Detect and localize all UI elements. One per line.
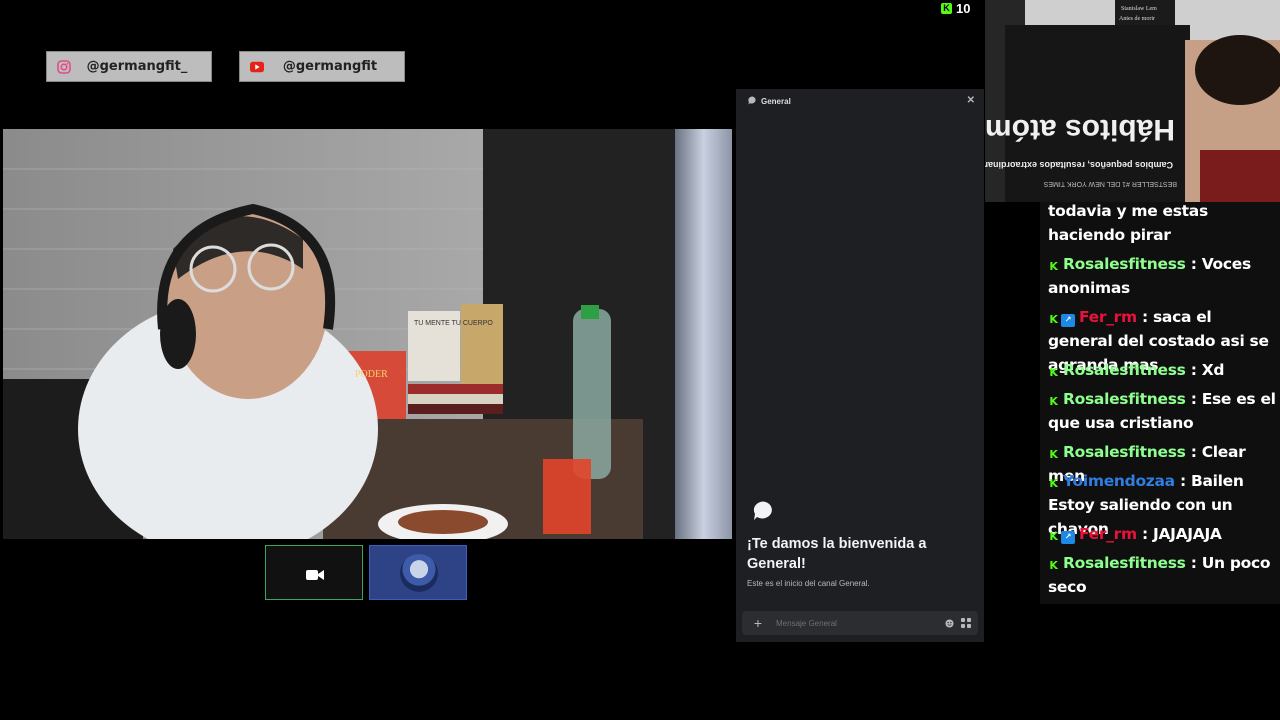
chat-username[interactable]: Rosalesfitness [1063, 443, 1186, 461]
chat-badges: K ↗ [1048, 313, 1075, 327]
book-small-title-text: Antes de morir [1119, 16, 1155, 22]
chat-message: K Rosalesfitness : Ese es el que usa cris… [1048, 387, 1276, 435]
channel-name: General [748, 95, 791, 107]
webcam-feed: Stanislaw Lem Antes de morir BESTSELLER … [985, 0, 1280, 202]
chat-username[interactable]: Rosalesfitness [1063, 255, 1186, 273]
chat-badges: K [1048, 477, 1059, 491]
kick-badge-icon: K [1049, 366, 1058, 379]
book-title-text-2: PODER [355, 369, 388, 380]
message-composer[interactable]: + Mensaje General [742, 611, 978, 635]
instagram-icon [57, 59, 71, 74]
discord-header: General ✕ [736, 89, 984, 113]
chat-message: K Rosalesfitness : Voces anonimas [1048, 252, 1276, 300]
book-main-title-text: Hábitos atómicos [985, 113, 1175, 146]
emoji-icon[interactable] [944, 618, 954, 628]
boost-badge-icon: ↗ [1061, 530, 1075, 544]
social-badge-youtube: @germangfit [239, 51, 405, 82]
viewer-count: K 10 [941, 0, 970, 16]
social-badge-instagram: @germangfit_ [46, 51, 212, 82]
welcome-subtitle: Este es el inicio del canal General. [747, 579, 870, 588]
chat-username[interactable]: Rosalesfitness [1063, 390, 1186, 408]
chat-username[interactable]: Yoimendozaa [1063, 472, 1175, 490]
add-attachment-icon[interactable]: + [752, 615, 764, 631]
book-title-text: TU MENTE TU CUERPO [414, 320, 493, 327]
chat-message: todavia y me estas haciendo pirar [1048, 202, 1276, 247]
kick-badge-icon: K [1049, 448, 1058, 461]
welcome-title: ¡Te damos la bienvenida a General! [747, 536, 927, 572]
instagram-handle: @germangfit_ [86, 59, 188, 74]
message-input[interactable]: Mensaje General [776, 619, 944, 628]
kick-badge-icon: K [1049, 477, 1058, 490]
chat-bubble-icon [748, 95, 757, 107]
stream-chat: todavia y me estas haciendo pirar K Rosale… [1040, 202, 1280, 604]
boost-badge-icon: ↗ [1061, 313, 1075, 327]
kick-logo-icon: K [941, 2, 952, 14]
book-bestseller-text: BESTSELLER #1 DEL NEW YORK TIMES [1043, 180, 1177, 187]
apps-icon[interactable] [961, 618, 971, 628]
discord-chat-panel: General ✕ ¡Te damos la bienvenida a Gene… [736, 89, 984, 642]
chat-text: todavia y me estas haciendo pirar [1048, 202, 1208, 244]
kick-badge-icon: K [1049, 395, 1058, 408]
avatar [400, 554, 438, 592]
kick-badge-icon: K [1049, 559, 1058, 572]
youtube-icon [250, 60, 264, 74]
kick-badge-icon: K [1049, 260, 1058, 273]
chat-bubble-icon [752, 500, 774, 522]
chat-username[interactable]: Rosalesfitness [1063, 361, 1186, 379]
chat-badges: K [1048, 559, 1059, 573]
book-subtitle-text: Cambios pequeños, resultados extraordina… [985, 160, 1173, 170]
chat-badges: K ↗ [1048, 530, 1075, 544]
close-icon[interactable]: ✕ [967, 95, 975, 106]
participant-tile-camera[interactable] [265, 545, 363, 600]
kick-badge-icon: K [1049, 313, 1058, 326]
book-author-text: Stanislaw Lem [1121, 6, 1157, 12]
chat-message: K ↗ Fer_rm : JAJAJAJA [1048, 522, 1276, 546]
video-scene: TU MENTE TU CUERPO PODER [3, 129, 732, 539]
chat-badges: K [1048, 448, 1059, 462]
camera-icon [306, 568, 324, 586]
chat-username[interactable]: Fer_rm [1079, 525, 1137, 543]
webcam-scene: Stanislaw Lem Antes de morir BESTSELLER … [985, 0, 1280, 202]
chat-username[interactable]: Fer_rm [1079, 308, 1137, 326]
main-video-feed: TU MENTE TU CUERPO PODER [3, 129, 732, 539]
chat-badges: K [1048, 366, 1059, 380]
chat-message: K Rosalesfitness : Un poco seco [1048, 551, 1276, 599]
chat-badges: K [1048, 260, 1059, 274]
chat-username[interactable]: Rosalesfitness [1063, 554, 1186, 572]
chat-badges: K [1048, 395, 1059, 409]
kick-badge-icon: K [1049, 530, 1058, 543]
chat-message: K Rosalesfitness : Xd [1048, 358, 1276, 382]
channel-label: General [761, 96, 791, 106]
chat-text: : JAJAJAJA [1141, 525, 1222, 543]
chat-text: : Xd [1190, 361, 1225, 379]
youtube-handle: @germangfit [282, 59, 378, 74]
viewer-count-value: 10 [956, 0, 971, 16]
participant-tile-avatar[interactable] [369, 545, 467, 600]
